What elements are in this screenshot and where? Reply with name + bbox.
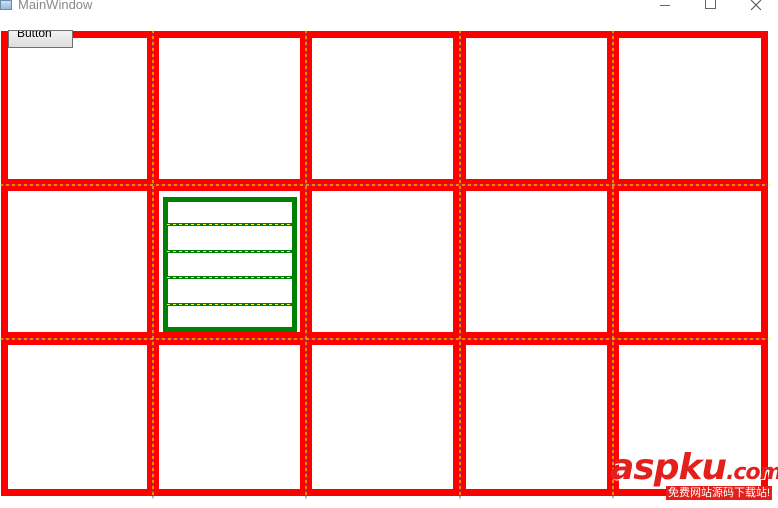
outer-grid-cells (1, 31, 768, 496)
grid-cell (612, 31, 768, 186)
grid-cell (305, 338, 460, 496)
grid-cell (305, 31, 460, 186)
grid-cell (152, 184, 307, 339)
outer-grid (0, 30, 771, 500)
grid-cell (612, 184, 768, 339)
main-button[interactable]: Button (8, 30, 73, 48)
close-icon (750, 0, 762, 11)
grid-cell (1, 184, 154, 339)
watermark: aspku.com 免费网站源码下载站! (610, 447, 778, 504)
main-window: MainWindow Button aspku.com 免费网站源码下载站! (0, 0, 778, 508)
title-bar[interactable]: MainWindow (0, 0, 778, 30)
window-title: MainWindow (18, 0, 93, 12)
grid-cell (1, 338, 154, 496)
minimize-button[interactable] (641, 0, 687, 14)
maximize-button[interactable] (687, 0, 733, 14)
client-area: Button (0, 30, 771, 500)
watermark-logo-main: aspku (610, 447, 727, 488)
watermark-tagline: 免费网站源码下载站! (666, 486, 773, 500)
grid-cell (459, 338, 614, 496)
app-icon (0, 0, 12, 10)
grid-cell (305, 184, 460, 339)
grid-cell (152, 31, 307, 186)
watermark-logo-tld: .com (726, 460, 778, 485)
main-button-label: Button (17, 30, 52, 40)
inner-grid (163, 197, 297, 332)
grid-cell (459, 31, 614, 186)
grid-cell (459, 184, 614, 339)
grid-cell (152, 338, 307, 496)
grid-cell (1, 31, 154, 186)
close-button[interactable] (733, 0, 778, 14)
outer-gridlines (0, 30, 771, 500)
